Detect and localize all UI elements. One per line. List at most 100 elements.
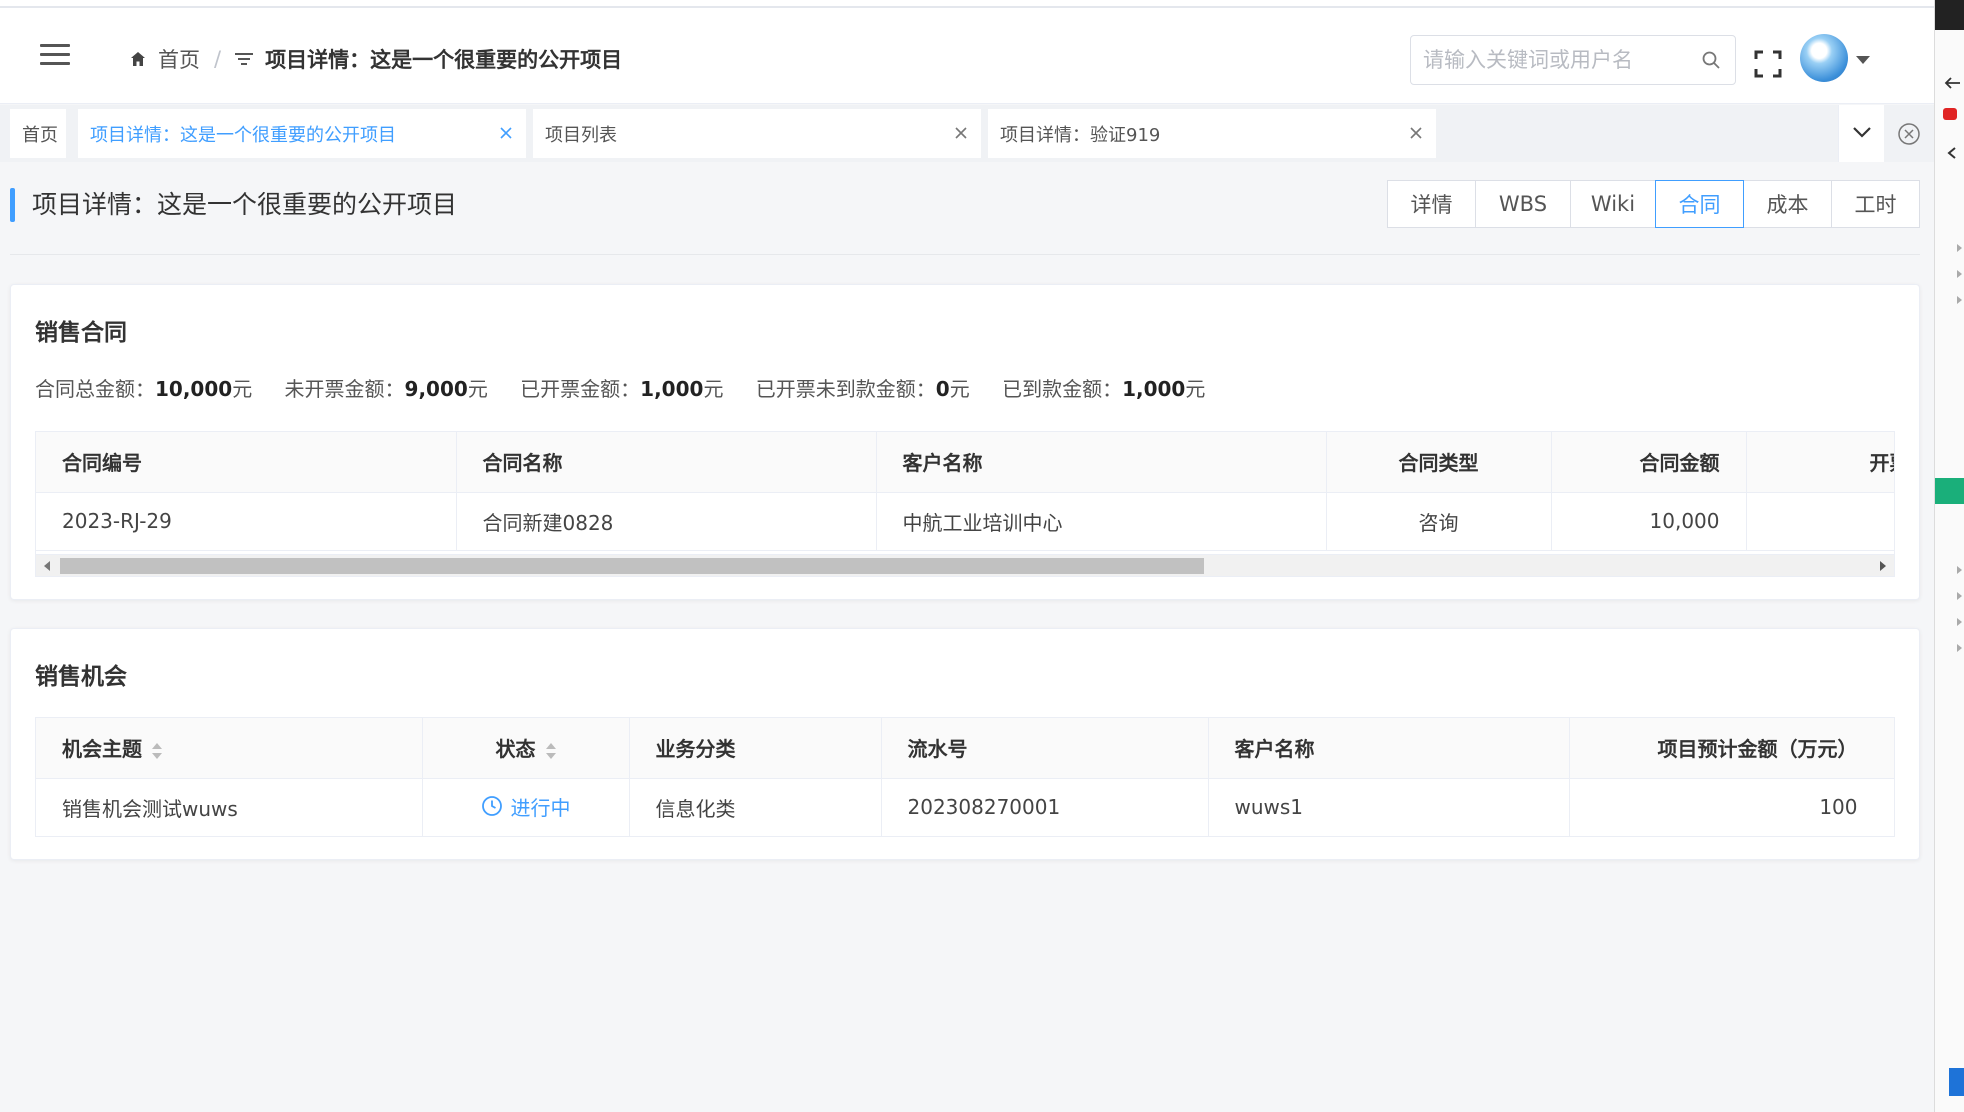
tab-label: 首页 [22, 124, 58, 146]
avatar[interactable] [1800, 34, 1848, 82]
table-header-row: 机会主题 状态 业务分类 流水号 客户名称 项目预计金额（万元） [36, 718, 1894, 779]
tree-arrow-icon [1957, 592, 1962, 600]
card-title: 销售合同 [35, 320, 127, 346]
breadcrumb-home[interactable]: 首页 [158, 44, 200, 74]
fullscreen-icon[interactable] [1754, 50, 1782, 78]
tree-arrow-icon [1957, 618, 1962, 626]
tab-project-detail-919[interactable]: 项目详情：验证919 [988, 109, 1436, 158]
title-accent-bar [10, 188, 15, 222]
video-icon [1943, 108, 1957, 120]
table-cell: 销售机会测试wuws [36, 778, 423, 836]
table-cell: 进行中 [422, 778, 630, 836]
search-input[interactable] [1423, 44, 1693, 76]
scroll-right-icon[interactable] [1880, 561, 1886, 571]
close-circle-icon[interactable] [1897, 122, 1921, 146]
breadcrumb-current: 项目详情：这是一个很重要的公开项目 [265, 48, 623, 72]
table-cell: 合同新建0828 [456, 492, 877, 551]
table-cell: 信息化类 [629, 778, 882, 836]
close-icon[interactable] [498, 125, 514, 141]
breadcrumb-separator: / [214, 47, 222, 71]
tab-home[interactable]: 首页 [10, 109, 66, 158]
tree-arrow-icon [1957, 270, 1962, 278]
adjacent-window-blue-block [1949, 1068, 1964, 1096]
view-button-detail[interactable]: 详情 [1387, 180, 1476, 228]
page-title: 项目详情：这是一个很重要的公开项目 [32, 190, 458, 219]
table-header-row: 合同编号 合同名称 客户名称 合同类型 合同金额 开票金额 [36, 432, 1894, 493]
tree-arrow-icon [1957, 644, 1962, 652]
tabs-dropdown-button[interactable] [1838, 105, 1884, 162]
chevron-down-icon[interactable] [1856, 56, 1870, 64]
close-icon[interactable] [1408, 125, 1424, 141]
tree-arrow-icon [1957, 244, 1962, 252]
view-button-wbs[interactable]: WBS [1475, 180, 1571, 228]
sort-icon[interactable] [152, 742, 162, 760]
status-badge: 进行中 [481, 792, 571, 821]
column-header: 合同金额 [1551, 432, 1747, 493]
table-cell: 100 [1569, 778, 1894, 836]
tree-arrow-icon [1957, 296, 1962, 304]
tree-arrow-icon [1957, 566, 1962, 574]
table-cell: 2023-RJ-29 [36, 492, 457, 551]
sales-opportunity-card: 销售机会 机会主题 状态 业务分类 流水号 客户名称 项目预计金额（万元） 销售… [10, 628, 1920, 860]
tab-label: 项目详情：验证919 [1000, 124, 1161, 146]
table-cell: 咨询 [1326, 492, 1552, 551]
adjacent-window-strip [1934, 0, 1964, 1112]
horizontal-scrollbar[interactable] [36, 554, 1894, 576]
contract-table-wrapper: 合同编号 合同名称 客户名称 合同类型 合同金额 开票金额 2023-RJ-29… [35, 431, 1895, 577]
table-cell: wuws1 [1208, 778, 1570, 836]
table-cell: 10,000 [1551, 492, 1747, 551]
view-button-cost[interactable]: 成本 [1743, 180, 1832, 228]
close-icon[interactable] [953, 125, 969, 141]
table-row[interactable]: 2023-RJ-29 合同新建0828 中航工业培训中心 咨询 10,000 1… [36, 492, 1894, 551]
chevron-left-icon [1947, 147, 1956, 159]
column-header-sortable[interactable]: 状态 [422, 718, 630, 779]
column-header: 合同名称 [456, 432, 877, 493]
filter-icon [235, 53, 254, 65]
summary-item: 已开票金额：1,000元 [520, 377, 724, 401]
tab-label: 项目详情：这是一个很重要的公开项目 [90, 124, 396, 146]
summary-item: 已开票未到款金额：0元 [755, 377, 970, 401]
contract-table: 合同编号 合同名称 客户名称 合同类型 合同金额 开票金额 2023-RJ-29… [36, 432, 1894, 551]
page-header: 项目详情：这是一个很重要的公开项目 详情 WBS Wiki 合同 成本 工时 [10, 180, 1920, 255]
search-icon[interactable] [1701, 50, 1721, 70]
scroll-left-icon[interactable] [44, 561, 50, 571]
column-header: 客户名称 [1208, 718, 1570, 779]
column-header: 项目预计金额（万元） [1569, 718, 1894, 779]
tab-label: 项目列表 [545, 124, 617, 146]
view-button-wiki[interactable]: Wiki [1570, 180, 1656, 228]
clock-icon [481, 796, 502, 817]
adjacent-window-green-block [1935, 478, 1964, 504]
tabs-bar: 首页 项目详情：这是一个很重要的公开项目 项目列表 项目详情：验证919 [0, 105, 1934, 162]
view-button-worktime[interactable]: 工时 [1831, 180, 1920, 228]
opportunity-table-wrapper: 机会主题 状态 业务分类 流水号 客户名称 项目预计金额（万元） 销售机会测试w… [35, 717, 1895, 837]
column-header: 合同编号 [36, 432, 457, 493]
summary-item: 合同总金额：10,000元 [35, 377, 253, 401]
tab-project-list[interactable]: 项目列表 [533, 109, 981, 158]
scrollbar-thumb[interactable] [60, 558, 1204, 574]
contract-summary: 合同总金额：10,000元 未开票金额：9,000元 已开票金额：1,000元 … [35, 373, 1231, 402]
chevron-down-icon [1853, 127, 1871, 138]
sales-contract-card: 销售合同 合同总金额：10,000元 未开票金额：9,000元 已开票金额：1,… [10, 284, 1920, 600]
view-button-contract[interactable]: 合同 [1655, 180, 1744, 228]
summary-item: 未开票金额：9,000元 [284, 377, 488, 401]
table-row[interactable]: 销售机会测试wuws 进行中 信息化类 202308270001 wuws1 1… [36, 778, 1894, 836]
adjacent-window-header [1935, 0, 1964, 30]
tab-project-detail-active[interactable]: 项目详情：这是一个很重要的公开项目 [78, 109, 526, 158]
table-cell: 1,000 [1746, 492, 1894, 551]
summary-item: 已到款金额：1,000元 [1002, 377, 1206, 401]
view-switcher: 详情 WBS Wiki 合同 成本 工时 [1387, 180, 1920, 228]
opportunity-table: 机会主题 状态 业务分类 流水号 客户名称 项目预计金额（万元） 销售机会测试w… [36, 718, 1894, 836]
sort-icon[interactable] [545, 742, 556, 760]
arrow-left-icon [1944, 77, 1960, 89]
menu-icon[interactable] [40, 44, 70, 66]
column-header: 开票金额 [1746, 432, 1894, 493]
breadcrumb: 首页 / 项目详情：这是一个很重要的公开项目 [130, 44, 622, 74]
card-title: 销售机会 [35, 664, 127, 690]
home-icon [131, 52, 145, 66]
column-header-sortable[interactable]: 机会主题 [36, 718, 423, 779]
table-cell: 202308270001 [881, 778, 1209, 836]
table-cell: 中航工业培训中心 [876, 492, 1327, 551]
column-header: 流水号 [881, 718, 1209, 779]
column-header: 合同类型 [1326, 432, 1552, 493]
app-header: 首页 / 项目详情：这是一个很重要的公开项目 [0, 8, 1934, 104]
